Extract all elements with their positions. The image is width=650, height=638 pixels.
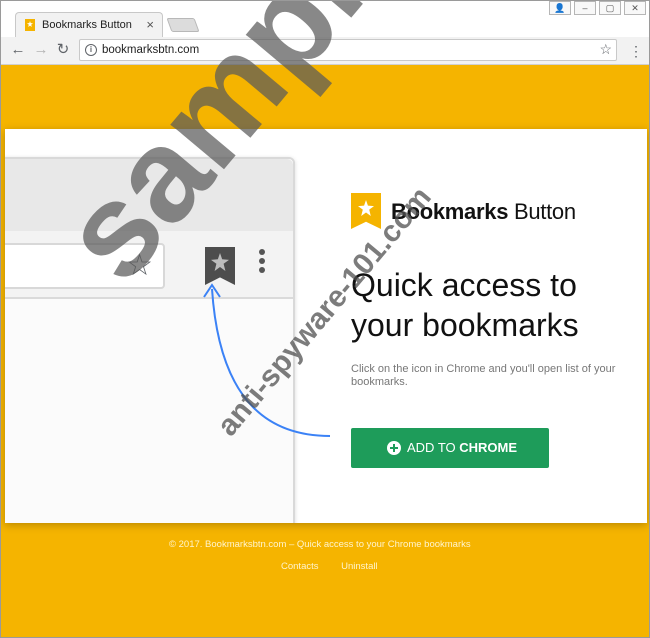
add-to-chrome-button[interactable]: ADD TO CHROME bbox=[351, 428, 549, 468]
bookmark-star-icon bbox=[25, 19, 35, 31]
bookmark-star-icon[interactable]: ☆ bbox=[599, 41, 612, 58]
tab-title: Bookmarks Button bbox=[42, 19, 132, 31]
tab-bookmarks-button[interactable]: Bookmarks Button × bbox=[15, 12, 163, 37]
info-icon[interactable]: i bbox=[85, 44, 97, 56]
hero-subtitle: Click on the icon in Chrome and you'll o… bbox=[351, 363, 616, 388]
uninstall-link[interactable]: Uninstall bbox=[341, 561, 377, 572]
hero-card: ☆ Bookmarks Button Quick access to your … bbox=[5, 129, 647, 523]
copyright-text: © 2017. Bookmarksbtn.com – Quick access … bbox=[169, 539, 471, 550]
reload-icon[interactable]: ↻ bbox=[54, 41, 72, 59]
page-content: ☆ Bookmarks Button Quick access to your … bbox=[1, 65, 649, 637]
maximize-icon[interactable]: ▢ bbox=[599, 1, 621, 15]
browser-window: Bookmarks Button × 👤 – ▢ ✕ ← → ↻ i bookm… bbox=[0, 0, 650, 638]
hero-headline: Quick access to your bookmarks bbox=[351, 267, 579, 343]
user-icon[interactable]: 👤 bbox=[549, 1, 571, 15]
browser-toolbar: ← → ↻ i bookmarksbtn.com ☆ ⋮ bbox=[1, 37, 649, 65]
address-bar[interactable]: i bookmarksbtn.com ☆ bbox=[79, 39, 617, 61]
forward-arrow-icon[interactable]: → bbox=[32, 41, 50, 59]
minimize-button[interactable]: – bbox=[574, 1, 596, 15]
close-window-icon[interactable]: ✕ bbox=[624, 1, 646, 15]
close-tab-icon[interactable]: × bbox=[146, 17, 154, 32]
footer-links: Contacts Uninstall bbox=[281, 561, 398, 572]
add-to-chrome-label: ADD TO CHROME bbox=[407, 440, 518, 455]
brand-name: Bookmarks Button bbox=[391, 199, 576, 224]
new-tab-button[interactable] bbox=[166, 18, 200, 32]
url-text[interactable]: bookmarksbtn.com bbox=[102, 44, 199, 56]
menu-icon[interactable]: ⋮ bbox=[629, 42, 643, 60]
contacts-link[interactable]: Contacts bbox=[281, 561, 319, 572]
plus-circle-icon bbox=[387, 441, 401, 455]
title-bar: Bookmarks Button × 👤 – ▢ ✕ bbox=[1, 1, 649, 37]
back-arrow-icon[interactable]: ← bbox=[9, 41, 27, 59]
